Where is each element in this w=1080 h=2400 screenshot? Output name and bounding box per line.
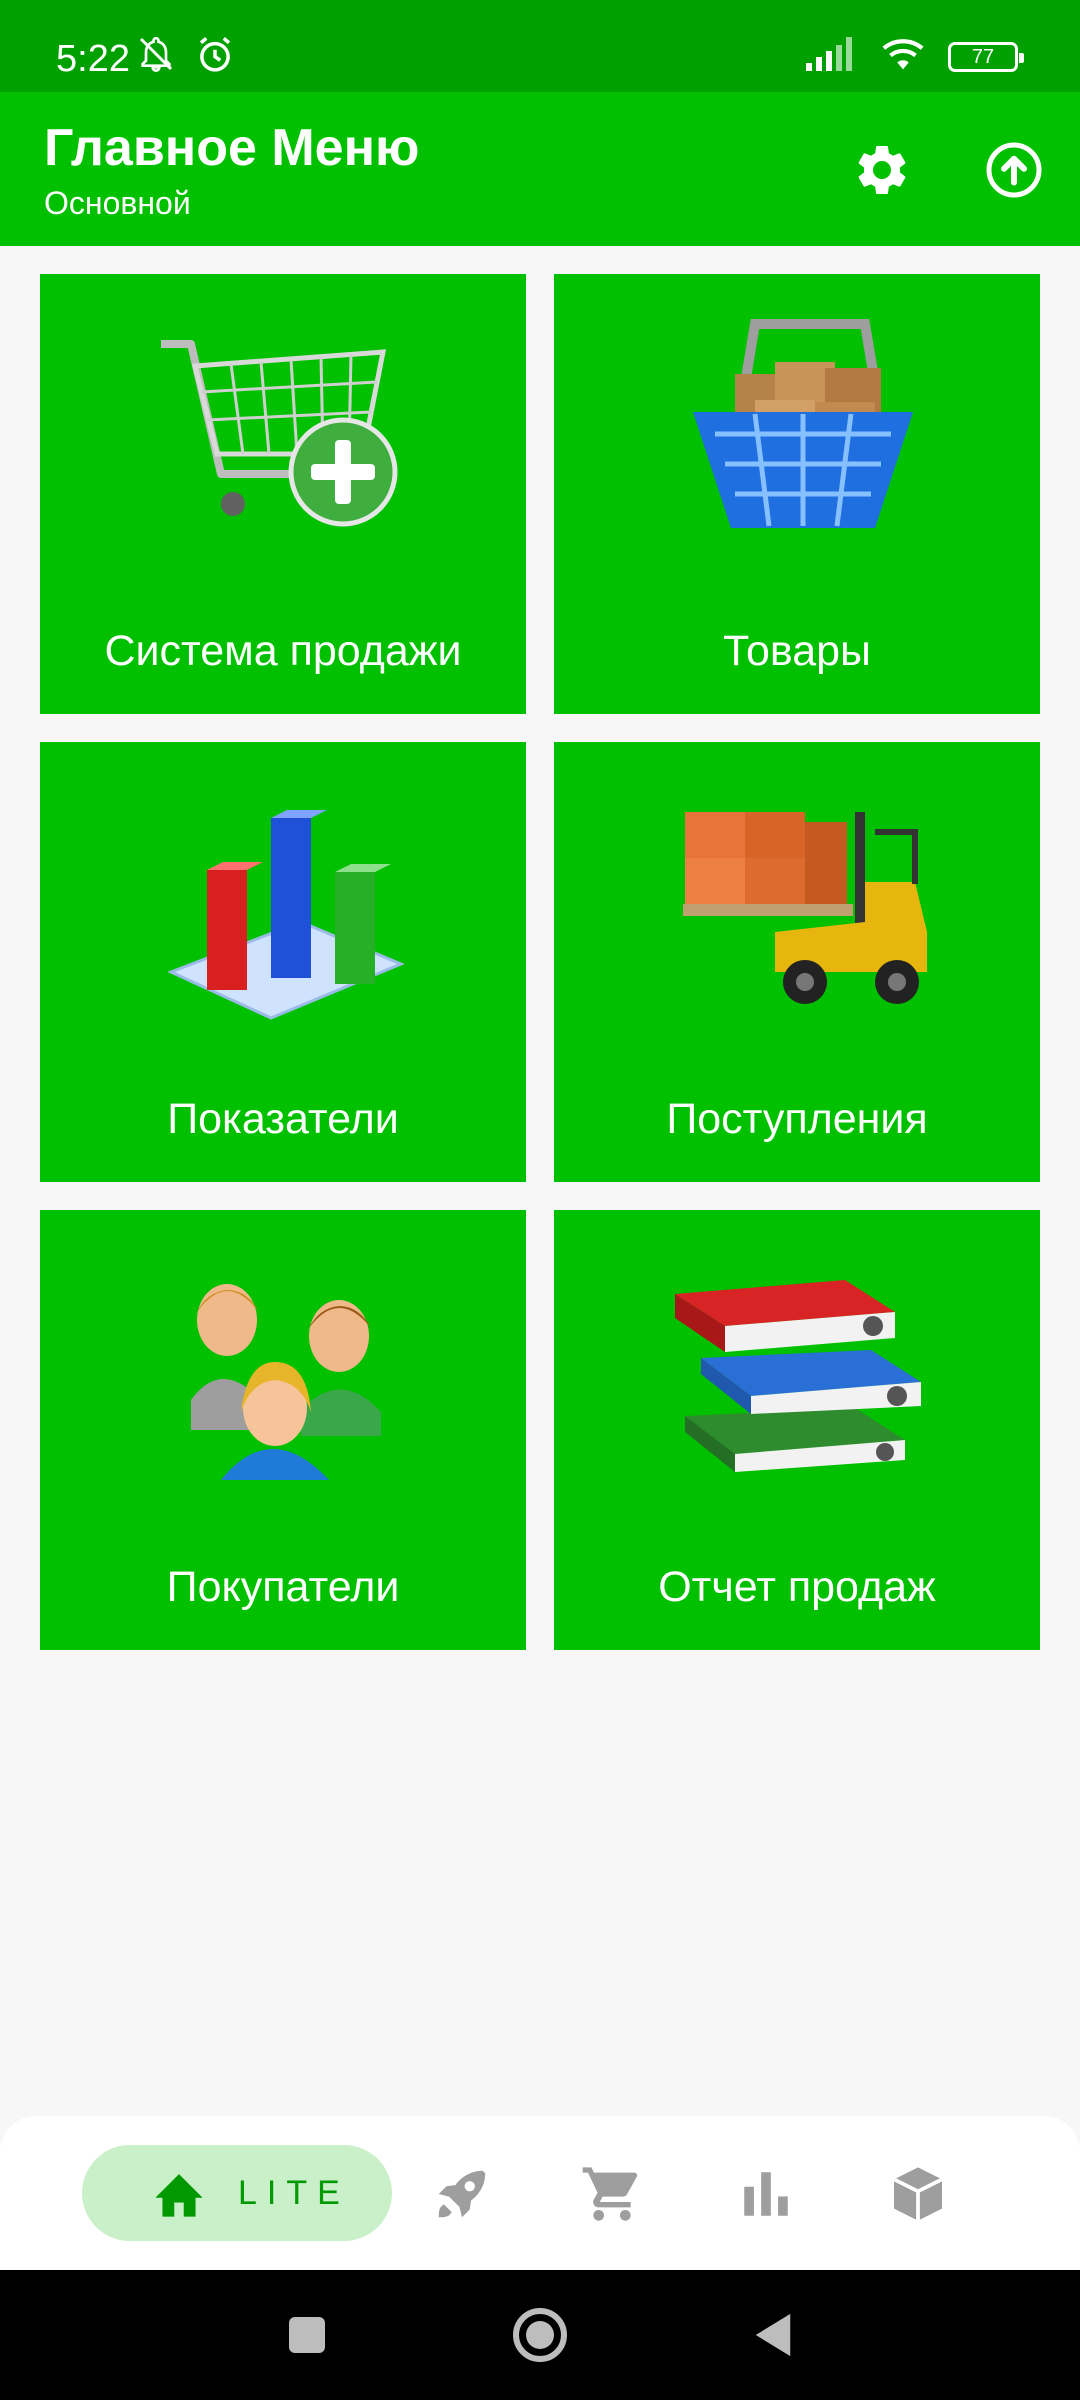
alarm-icon: [194, 34, 236, 81]
nav-item-cart[interactable]: [574, 2156, 650, 2232]
square-icon: [289, 2317, 325, 2353]
app-bar: Главное Меню Основной: [0, 92, 1080, 246]
settings-button[interactable]: [846, 134, 918, 206]
tile-label: Отчет продаж: [658, 1563, 936, 1611]
signal-icon: [806, 37, 858, 76]
notifications-off-icon: [134, 34, 178, 81]
forklift-icon: [683, 812, 927, 1004]
recents-button[interactable]: [274, 2302, 340, 2368]
nav-active-label: LITE: [238, 2173, 350, 2212]
binders-icon: [675, 1280, 921, 1472]
box-icon: [893, 2167, 943, 2221]
settings-icon: [858, 145, 906, 194]
tile-label: Покупатели: [166, 1563, 400, 1611]
tile-label: Товары: [723, 627, 871, 675]
nav-item-chart[interactable]: [728, 2156, 804, 2232]
system-navigation-bar: [0, 2270, 1080, 2400]
upload-icon: [986, 142, 1042, 198]
home-button[interactable]: [507, 2302, 573, 2368]
nav-item-box[interactable]: [880, 2156, 956, 2232]
bar-chart-icon: [167, 810, 405, 1020]
rocket-icon: [438, 2170, 486, 2218]
chart-icon: [744, 2172, 788, 2216]
bottom-navigation: LITE: [0, 2116, 1080, 2270]
tile-customers[interactable]: Покупатели: [40, 1210, 526, 1650]
shopping-cart-add-icon: [161, 340, 398, 527]
cart-icon: [582, 2167, 638, 2221]
page-subtitle: Основной: [44, 185, 191, 221]
page-title: Главное Меню: [44, 119, 420, 177]
tile-label: Показатели: [167, 1095, 399, 1143]
wifi-icon: [880, 36, 926, 77]
nav-item-home[interactable]: LITE: [82, 2145, 392, 2241]
tile-receipts[interactable]: Поступления: [554, 742, 1040, 1182]
status-bar: 5:22 77: [0, 0, 1080, 92]
tile-label: Система продажи: [104, 627, 462, 675]
upload-button[interactable]: [978, 134, 1050, 206]
customers-icon: [191, 1284, 381, 1480]
tile-label: Поступления: [666, 1095, 928, 1143]
back-button[interactable]: [740, 2302, 806, 2368]
tile-sales-system[interactable]: Система продажи: [40, 274, 526, 714]
nav-item-rocket[interactable]: [424, 2156, 500, 2232]
home-icon: [155, 2174, 203, 2217]
back-triangle-icon: [755, 2313, 791, 2357]
tile-indicators[interactable]: Показатели: [40, 742, 526, 1182]
tile-products[interactable]: Товары: [554, 274, 1040, 714]
basket-boxes-icon: [693, 319, 913, 528]
status-time: 5:22: [56, 38, 130, 80]
tile-sales-report[interactable]: Отчет продаж: [554, 1210, 1040, 1650]
battery-icon: 77: [948, 41, 1024, 72]
circle-icon: [513, 2308, 567, 2362]
